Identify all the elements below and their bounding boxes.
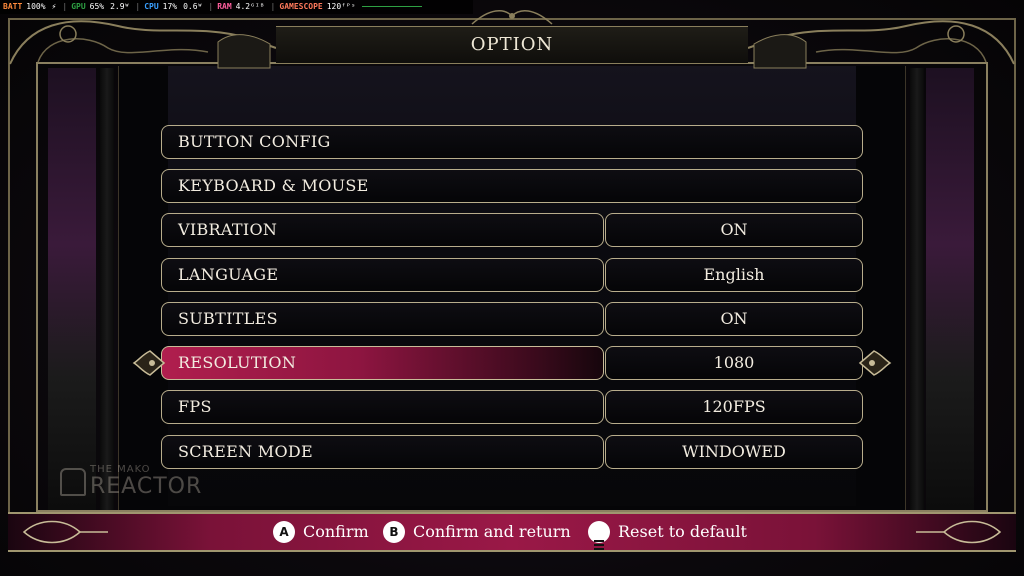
hint-return-label: Confirm and return [413, 522, 571, 541]
watermark-logo: THE MAKO REACTOR [60, 462, 210, 502]
top-center-crest-icon [470, 4, 554, 26]
selection-cursor-left-icon [132, 345, 166, 381]
hint-confirm[interactable]: A Confirm [273, 521, 369, 543]
option-label: LANGUAGE [178, 265, 279, 284]
option-label-cell: BUTTON CONFIG [161, 125, 863, 159]
selection-cursor-right-icon [858, 345, 892, 381]
option-label-cell: KEYBOARD & MOUSE [161, 169, 863, 203]
menu-icon [588, 521, 610, 550]
option-value[interactable]: WINDOWED [605, 435, 863, 469]
option-label-cell-selected: RESOLUTION [161, 346, 604, 380]
option-label-cell: LANGUAGE [161, 258, 604, 292]
option-label-cell: SUBTITLES [161, 302, 604, 336]
hint-reset[interactable]: Reset to default [588, 521, 747, 550]
game-screen: BATT 100% ⚡ | GPU 65% 2.9ᵂ | CPU 17% 0.6ᵂ | RAM 4.2ᴳᴵ… [0, 0, 1024, 576]
hint-reset-label: Reset to default [618, 522, 747, 541]
option-label-cell: FPS [161, 390, 604, 424]
hint-confirm-return[interactable]: B Confirm and return [383, 521, 571, 543]
gamescope-label: GAMESCOPE [279, 2, 323, 11]
frametime-graph [361, 6, 422, 7]
option-label-cell: SCREEN MODE [161, 435, 604, 469]
option-label: KEYBOARD & MOUSE [178, 176, 369, 195]
option-label-cell: VIBRATION [161, 213, 604, 247]
option-value[interactable]: 120FPS [605, 390, 863, 424]
bottom-right-ornament-icon [914, 514, 1004, 550]
option-label: VIBRATION [178, 220, 278, 239]
option-label: BUTTON CONFIG [178, 132, 331, 151]
option-label: FPS [178, 397, 212, 416]
option-value[interactable]: 1080 [605, 346, 863, 380]
option-label: SUBTITLES [178, 309, 278, 328]
top-right-ornament-icon [746, 4, 1016, 74]
b-button-icon: B [383, 521, 405, 543]
hint-confirm-label: Confirm [303, 522, 369, 541]
watermark-icon [60, 468, 86, 496]
option-value[interactable]: ON [605, 213, 863, 247]
option-label: RESOLUTION [178, 353, 297, 372]
page-title: OPTION [470, 34, 554, 55]
top-left-ornament-icon [8, 4, 278, 74]
option-value[interactable]: English [605, 258, 863, 292]
gamescope-fps: 120ᶠᴾˢ [326, 2, 356, 11]
a-button-icon: A [273, 521, 295, 543]
bottom-left-ornament-icon [20, 514, 110, 550]
watermark-line2: REACTOR [90, 474, 203, 499]
option-value[interactable]: ON [605, 302, 863, 336]
